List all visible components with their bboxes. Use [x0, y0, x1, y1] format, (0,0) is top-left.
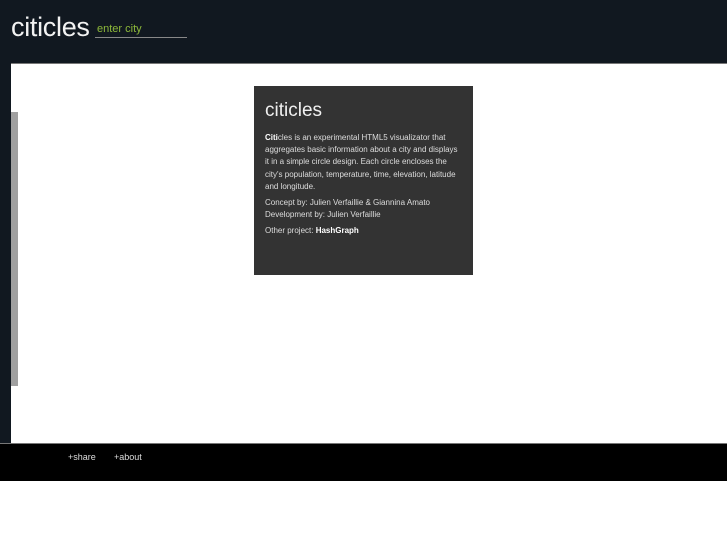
left-sidebar-strip [0, 63, 11, 443]
other-project: Other project: HashGraph [265, 225, 462, 237]
credits: Concept by: Julien Verfaillie & Giannina… [265, 197, 462, 221]
concept-credit: Concept by: Julien Verfaillie & Giannina… [265, 198, 430, 208]
footer: +share +about [0, 443, 727, 481]
development-credit: Development by: Julien Verfaillie [265, 210, 381, 220]
about-panel: citicles Citicles is an experimental HTM… [254, 86, 473, 275]
hashgraph-link[interactable]: HashGraph [316, 226, 359, 235]
about-description: Citicles is an experimental HTML5 visual… [265, 132, 462, 193]
desc-text: cles is an experimental HTML5 visualizat… [265, 133, 458, 191]
header: citicles [0, 0, 727, 63]
other-project-label: Other project: [265, 226, 316, 236]
scrollbar[interactable] [11, 112, 18, 386]
about-link[interactable]: +about [114, 452, 142, 462]
share-link[interactable]: +share [68, 452, 96, 462]
desc-bold: Citi [265, 133, 278, 142]
city-search-input[interactable] [95, 20, 187, 38]
about-title: citicles [265, 100, 323, 121]
logo[interactable]: citicles [11, 12, 90, 43]
